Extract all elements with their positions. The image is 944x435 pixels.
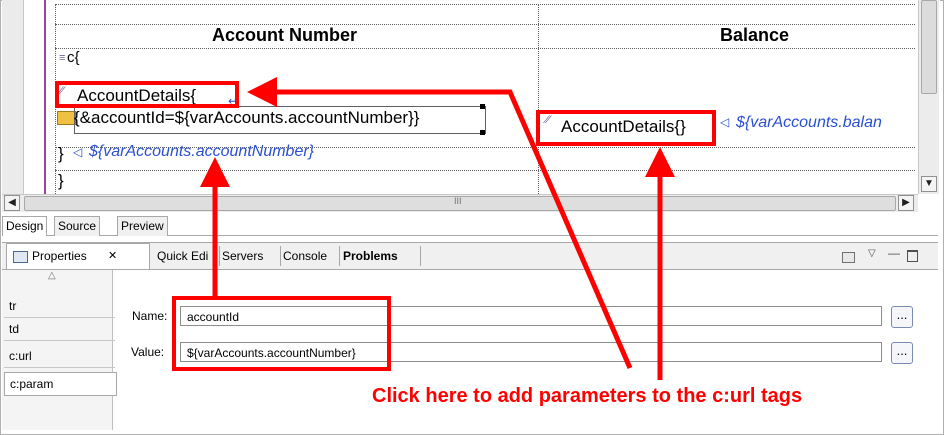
callout-text: Click here to add parameters to the c:ur… (372, 385, 803, 407)
annotation-arrows (200, 77, 675, 380)
arrow-to-url-tag (247, 77, 633, 369)
